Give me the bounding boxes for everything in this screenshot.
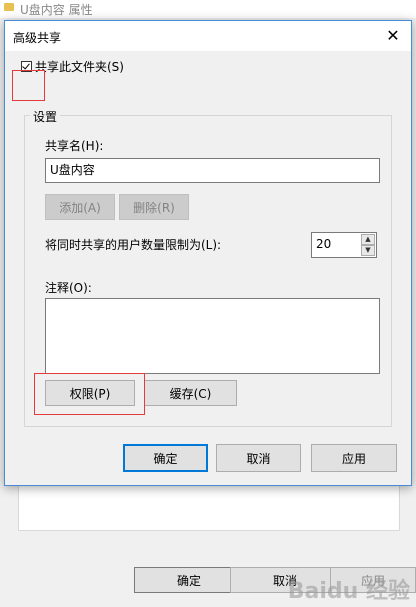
spinner-down-icon[interactable]: ▼ (361, 245, 375, 256)
remove-button[interactable]: 删除(R) (119, 194, 189, 220)
comment-label: 注释(O): (45, 281, 92, 295)
dialog-ok-button[interactable]: 确定 (123, 444, 208, 472)
baidu-watermark: Baidu 经验 (287, 579, 410, 604)
share-folder-label[interactable]: 共享此文件夹(S) (35, 58, 124, 75)
close-icon[interactable]: ✕ (383, 26, 403, 46)
dialog-titlebar: 高级共享 ✕ (5, 21, 411, 51)
highlight-box-checkbox (12, 70, 45, 101)
properties-titlebar: U盘内容 属性 (0, 0, 416, 18)
user-limit-spinner[interactable]: 20 ▲ ▼ (311, 232, 377, 258)
dialog-apply-button[interactable]: 应用 (311, 444, 397, 472)
dialog-cancel-button[interactable]: 取消 (216, 444, 301, 472)
properties-tab-panel (18, 486, 400, 531)
comment-textarea[interactable] (45, 298, 380, 374)
settings-group-label: 设置 (30, 108, 61, 125)
spinner-up-icon[interactable]: ▲ (361, 234, 375, 245)
dialog-title: 高级共享 (13, 31, 62, 45)
user-limit-value[interactable]: 20 (316, 237, 331, 251)
share-name-input[interactable]: U盘内容 (45, 158, 380, 183)
user-limit-label: 将同时共享的用户数量限制为(L): (45, 238, 222, 252)
caching-button[interactable]: 缓存(C) (144, 380, 237, 406)
properties-ok-button[interactable]: 确定 (134, 567, 244, 593)
share-name-label: 共享名(H): (45, 139, 104, 153)
highlight-box-permissions (34, 373, 145, 415)
properties-window-title: U盘内容 属性 (20, 3, 93, 17)
folder-icon (4, 3, 14, 11)
add-button[interactable]: 添加(A) (45, 194, 115, 220)
